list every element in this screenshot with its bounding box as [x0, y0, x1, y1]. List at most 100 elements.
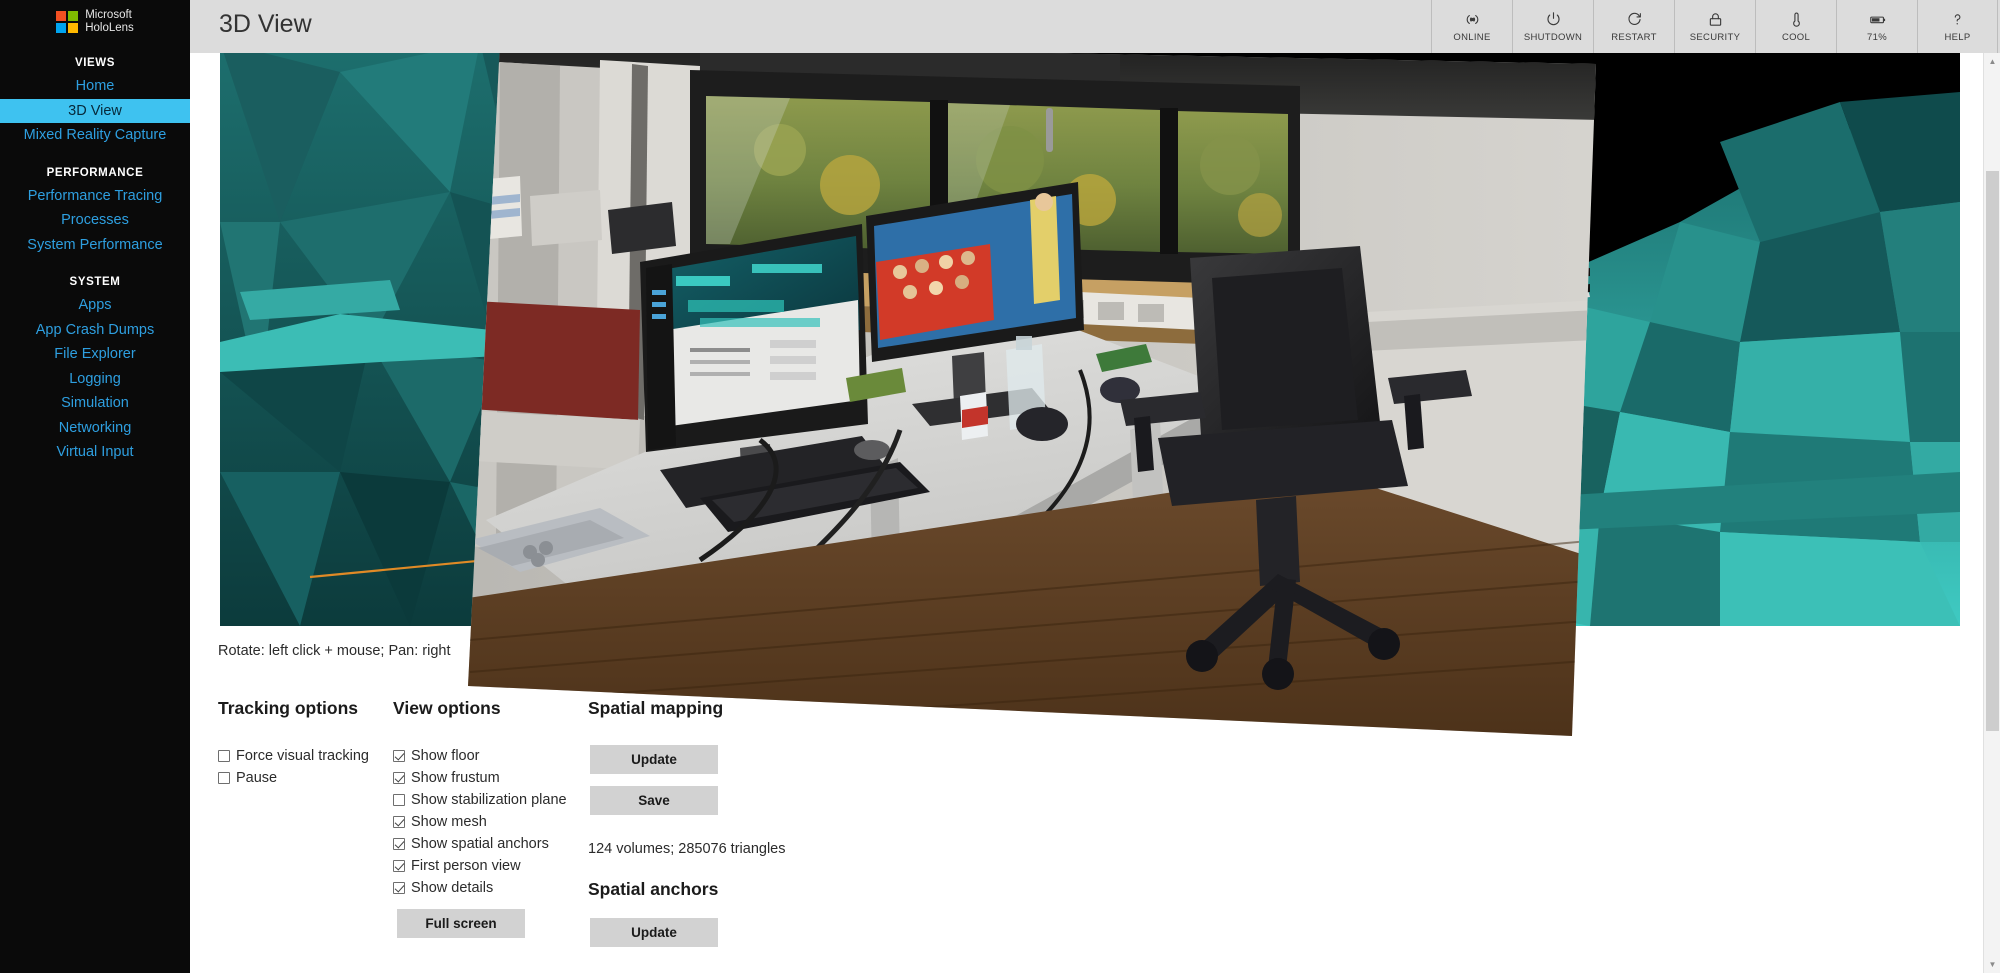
sidebar-item-virtual-input[interactable]: Virtual Input: [0, 440, 190, 465]
restart-icon: [1625, 10, 1644, 29]
toolbar-item-label: RESTART: [1611, 32, 1657, 43]
toolbar-item-help[interactable]: HELP: [1917, 0, 1998, 53]
checkbox-icon[interactable]: [393, 838, 405, 850]
spatial-mapping-stats: 124 volumes; 285076 triangles: [588, 841, 786, 857]
tracking-options-heading: Tracking options: [218, 698, 359, 718]
wifi-icon: [1463, 10, 1482, 29]
sidebar-item-3d-view[interactable]: 3D View: [0, 98, 190, 123]
tracking-options-column: Tracking options Force visual tracking Pa…: [218, 698, 393, 789]
toolbar-item-label: COOL: [1781, 32, 1811, 43]
status-toolbar: ONLINE SHUTDOWN RESTART SECURITY COOL 71% HELP: [1431, 0, 1998, 53]
spatial-mesh-svg: [220, 42, 1960, 626]
sidebar-item-apps[interactable]: Apps: [0, 293, 190, 318]
sidebar-item-app-crash-dumps[interactable]: App Crash Dumps: [0, 318, 190, 343]
view-option-first-person-view[interactable]: First person view: [393, 855, 588, 877]
sidebar-nav: VIEWS Home 3D View Mixed Reality Capture PER…: [0, 57, 190, 465]
microsoft-logo-icon: [56, 10, 79, 33]
battery-icon: [1868, 10, 1887, 29]
spatial-anchors-heading: Spatial anchors: [588, 879, 719, 899]
view-options-column: View options Show floor Show frustum Show …: [393, 698, 588, 938]
power-icon: [1544, 10, 1563, 29]
checkbox-icon[interactable]: [393, 882, 405, 894]
scroll-up-arrow-icon[interactable]: ▲: [1984, 53, 2000, 70]
checkbox-label: Show stabilization plane: [411, 792, 567, 808]
checkbox-icon[interactable]: [393, 816, 405, 828]
view-options-list: Show floor Show frustum Show stabilization…: [393, 745, 588, 899]
view-option-show-details[interactable]: Show details: [393, 877, 588, 899]
checkbox-label: Pause: [236, 770, 278, 786]
tracking-options-list: Force visual tracking Pause: [218, 745, 393, 789]
tracking-option-force-visual-tracking[interactable]: Force visual tracking: [218, 745, 393, 767]
view-option-show-stabilization-plane[interactable]: Show stabilization plane: [393, 789, 588, 811]
checkbox-icon[interactable]: [218, 750, 230, 762]
page-scrollbar[interactable]: ▲ ▼: [1983, 53, 2000, 973]
sidebar-item-logging[interactable]: Logging: [0, 367, 190, 392]
sidebar-item-file-explorer[interactable]: File Explorer: [0, 342, 190, 367]
toolbar-item-cool[interactable]: COOL: [1755, 0, 1836, 53]
toolbar-item-label: ONLINE: [1453, 32, 1491, 43]
toolbar-item-shutdown[interactable]: SHUTDOWN: [1512, 0, 1593, 53]
checkbox-icon[interactable]: [393, 750, 405, 762]
view-option-show-floor[interactable]: Show floor: [393, 745, 588, 767]
checkbox-label: Show spatial anchors: [411, 836, 549, 852]
sidebar: Microsoft HoloLens VIEWS Home 3D View Mixed…: [0, 0, 190, 973]
logo-square-blue: [56, 22, 67, 33]
brand-text: Microsoft HoloLens: [85, 9, 134, 34]
device-portal-window: Microsoft HoloLens VIEWS Home 3D View Mixed…: [0, 0, 2000, 973]
3d-viewport[interactable]: [220, 42, 1960, 626]
toolbar-item-label: SHUTDOWN: [1523, 32, 1583, 43]
sidebar-item-simulation[interactable]: Simulation: [0, 391, 190, 416]
toolbar-item-restart[interactable]: RESTART: [1593, 0, 1674, 53]
checkbox-icon[interactable]: [393, 860, 405, 872]
spatial-anchors-update-button[interactable]: Update: [590, 918, 718, 947]
top-bar: 3D View ONLINE SHUTDOWN RESTART SECURITY COO…: [190, 0, 2000, 53]
checkbox-label: Show floor: [411, 748, 480, 764]
scroll-down-arrow-icon[interactable]: ▼: [1984, 956, 2000, 973]
view-option-show-frustum[interactable]: Show frustum: [393, 767, 588, 789]
logo-square-red: [56, 10, 67, 21]
checkbox-label: Show mesh: [411, 814, 487, 830]
checkbox-label: First person view: [411, 858, 521, 874]
sidebar-item-performance-tracing[interactable]: Performance Tracing: [0, 184, 190, 209]
spatial-mapping-heading: Spatial mapping: [588, 698, 724, 718]
sidebar-item-mixed-reality-capture[interactable]: Mixed Reality Capture: [0, 123, 190, 148]
scrollbar-thumb[interactable]: [1986, 171, 1999, 731]
spatial-mapping-save-button[interactable]: Save: [590, 786, 718, 815]
mesh-left-cluster: [220, 42, 580, 626]
toolbar-item-online[interactable]: ONLINE: [1431, 0, 1512, 53]
checkbox-label: Force visual tracking: [236, 748, 369, 764]
sidebar-item-home[interactable]: Home: [0, 74, 190, 99]
sidebar-item-system-performance[interactable]: System Performance: [0, 233, 190, 258]
view-option-show-mesh[interactable]: Show mesh: [393, 811, 588, 833]
toolbar-item-security[interactable]: SECURITY: [1674, 0, 1755, 53]
view-options-heading: View options: [393, 698, 501, 718]
sidebar-group-title-performance: PERFORMANCE: [46, 166, 144, 179]
checkbox-label: Show details: [411, 880, 494, 896]
logo-square-yellow: [68, 22, 79, 33]
sidebar-group-title-system: SYSTEM: [69, 276, 121, 288]
spatial-mapping-update-button[interactable]: Update: [590, 745, 718, 774]
spatial-mesh-render: [220, 42, 1960, 626]
checkbox-icon[interactable]: [393, 772, 405, 784]
toolbar-item-label: SECURITY: [1689, 32, 1741, 43]
checkbox-label: Show frustum: [411, 770, 500, 786]
view-option-show-spatial-anchors[interactable]: Show spatial anchors: [393, 833, 588, 855]
checkbox-icon[interactable]: [393, 794, 405, 806]
viewport-hint: Rotate: left click + mouse; Pan: right: [218, 643, 451, 659]
brand-logo[interactable]: Microsoft HoloLens: [0, 0, 190, 38]
logo-square-green: [68, 10, 79, 21]
checkbox-icon[interactable]: [218, 772, 230, 784]
full-screen-button[interactable]: Full screen: [397, 909, 525, 938]
sidebar-item-processes[interactable]: Processes: [0, 208, 190, 233]
sidebar-item-networking[interactable]: Networking: [0, 416, 190, 441]
brand-line-2: HoloLens: [85, 21, 134, 34]
brand-line-1: Microsoft: [85, 9, 132, 21]
question-icon: [1948, 10, 1967, 29]
toolbar-item-71-[interactable]: 71%: [1836, 0, 1917, 53]
sidebar-group-title-views: VIEWS: [74, 57, 116, 69]
lock-icon: [1706, 10, 1725, 29]
toolbar-item-label: 71%: [1867, 32, 1887, 43]
spatial-column: Spatial mapping Update Save 124 volumes;…: [588, 698, 848, 947]
tracking-option-pause[interactable]: Pause: [218, 767, 393, 789]
page-title: 3D View: [219, 10, 312, 38]
